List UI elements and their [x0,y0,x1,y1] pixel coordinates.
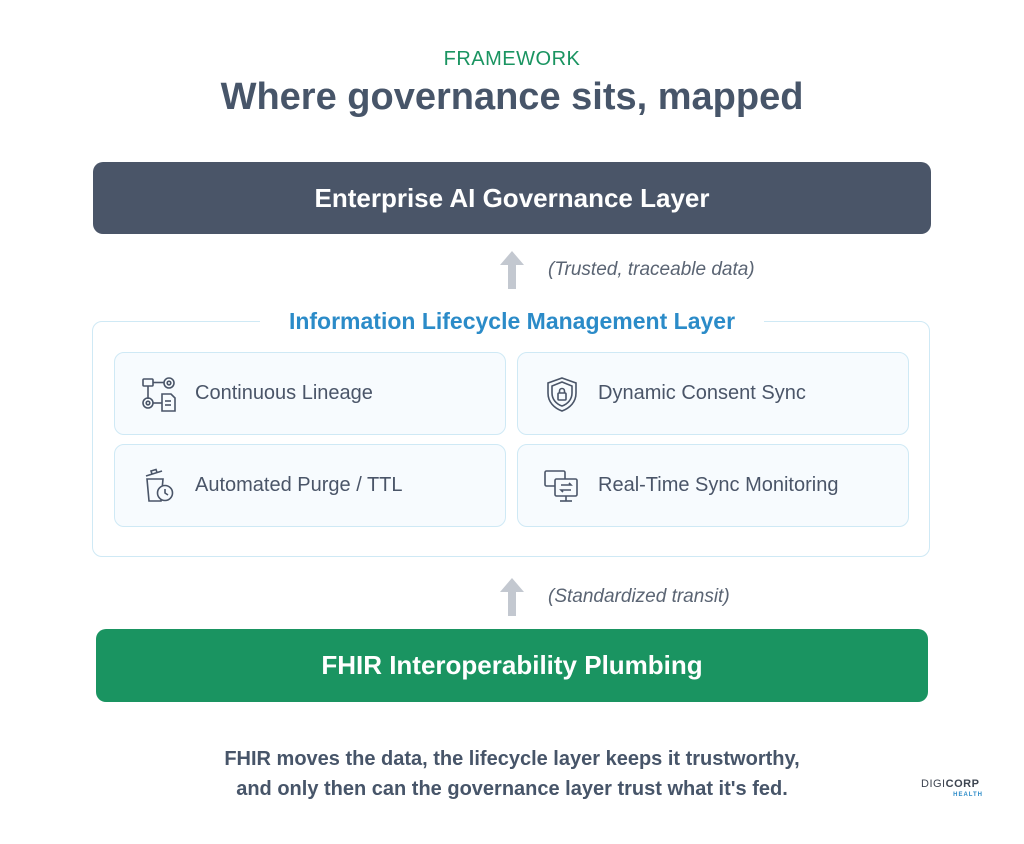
caption-line-2: and only then can the governance layer t… [236,778,788,800]
trash-clock-icon [145,468,174,502]
logo-wordmark: DIGICORP [921,778,980,790]
shield-lock-icon [547,376,577,412]
capability-card-purge: Automated Purge / TTL [114,444,506,527]
governance-layer-bar: Enterprise AI Governance Layer [93,162,931,234]
monitor-sync-icon [544,469,578,502]
capability-card-monitoring: Real-Time Sync Monitoring [517,444,909,527]
fhir-layer-bar: FHIR Interoperability Plumbing [96,629,928,702]
capability-card-lineage: Continuous Lineage [114,352,506,435]
capability-label: Dynamic Consent Sync [598,382,806,404]
page-title: Where governance sits, mapped [220,76,804,118]
lifecycle-layer-title: Information Lifecycle Management Layer [260,306,764,336]
capability-label: Real-Time Sync Monitoring [598,474,839,496]
arrow-up-icon [500,251,524,289]
capability-label: Continuous Lineage [195,382,373,404]
lineage-flow-icon [142,376,176,412]
governance-layer-label: Enterprise AI Governance Layer [314,182,710,213]
flow-standardized-transit: (Standardized transit) [500,578,730,616]
flow-trusted-data: (Trusted, traceable data) [500,251,755,289]
caption-line-1: FHIR moves the data, the lifecycle layer… [224,748,800,770]
fhir-layer-label: FHIR Interoperability Plumbing [321,650,703,680]
logo-subtitle: HEALTH [953,792,983,798]
capability-label: Automated Purge / TTL [195,474,403,496]
eyebrow-label: FRAMEWORK [443,48,581,70]
capability-card-consent: Dynamic Consent Sync [517,352,909,435]
flow-label: (Standardized transit) [548,586,730,607]
caption: FHIR moves the data, the lifecycle layer… [0,744,1024,804]
arrow-up-icon [500,578,524,616]
company-logo: DIGICORP HEALTH [921,778,983,799]
flow-label: (Trusted, traceable data) [548,259,755,280]
